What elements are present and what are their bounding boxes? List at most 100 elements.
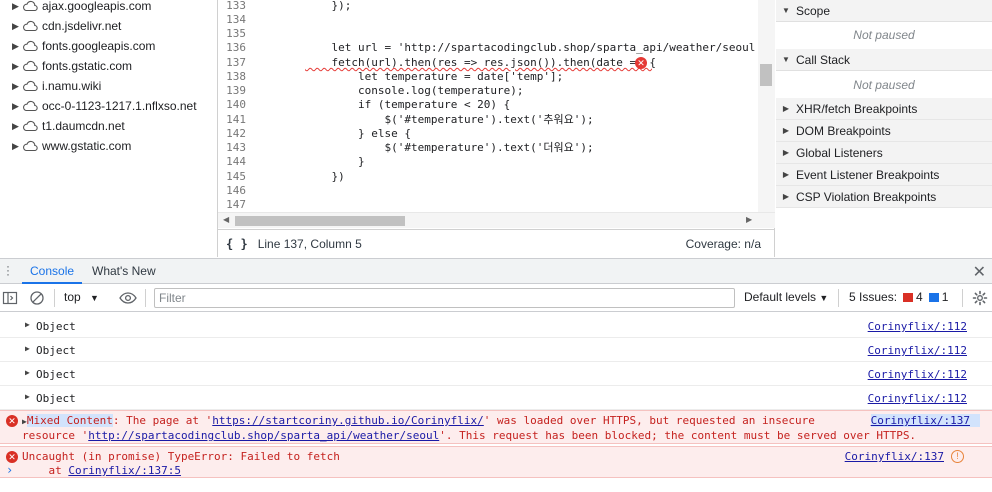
code-line[interactable]: 146 (218, 184, 758, 198)
more-options-icon[interactable]: · · · (6, 260, 12, 280)
message-text[interactable]: Object (36, 368, 76, 381)
tree-item[interactable]: ▶ t1.daumcdn.net (12, 117, 125, 135)
code-line[interactable]: 140 if (temperature < 20) { (218, 98, 758, 112)
source-link[interactable]: Corinyflix/:137 (870, 414, 980, 427)
message-text[interactable]: Object (36, 344, 76, 357)
console-message[interactable]: ▶ Object Corinyflix/:112 (0, 362, 992, 386)
source-link[interactable]: Corinyflix/:112 (868, 368, 967, 381)
expand-arrow-icon[interactable]: ▶ (25, 320, 30, 329)
resource-url-link[interactable]: http://spartacodingclub.shop/sparta_api/… (88, 429, 439, 442)
code-line[interactable]: 147 (218, 198, 758, 212)
expand-arrow-icon[interactable]: ▶ (25, 368, 30, 377)
tree-item[interactable]: ▶ ajax.googleapis.com (12, 0, 151, 15)
code-line[interactable]: 139 console.log(temperature); (218, 84, 758, 98)
line-number[interactable]: 146 (218, 184, 256, 198)
tree-item[interactable]: ▶ fonts.gstatic.com (12, 57, 132, 75)
horizontal-scrollbar-thumb[interactable] (235, 216, 405, 226)
expand-arrow-icon[interactable]: ▶ (12, 101, 22, 112)
tree-item[interactable]: ▶ www.gstatic.com (12, 137, 131, 155)
line-number[interactable]: 141 (218, 113, 256, 127)
line-number[interactable]: 145 (218, 170, 256, 184)
vertical-scrollbar[interactable] (758, 0, 775, 212)
expand-arrow-icon[interactable]: ▶ (12, 141, 22, 152)
console-message[interactable]: ▶ Object Corinyflix/:112 (0, 338, 992, 362)
line-number[interactable]: 134 (218, 13, 256, 27)
issues-button[interactable]: 5 Issues: 4 1 (849, 290, 948, 304)
code-line[interactable]: 136 let url = 'http://spartacodingclub.s… (218, 41, 758, 55)
stack-frame-link[interactable]: Corinyflix/:137:5 (68, 464, 181, 477)
code-line[interactable]: 141 $('#temperature').text('추워요'); (218, 113, 758, 127)
code-line[interactable]: 143 $('#temperature').text('더워요'); (218, 141, 758, 155)
line-number[interactable]: 143 (218, 141, 256, 155)
expand-arrow-icon[interactable]: ▶ (25, 392, 30, 401)
line-number[interactable]: 147 (218, 198, 256, 212)
filter-input[interactable] (154, 288, 735, 308)
dom-breakpoints-section[interactable]: ▶ DOM Breakpoints (776, 120, 992, 142)
sidebar-toggle-icon[interactable] (2, 290, 18, 306)
close-icon[interactable]: ✕ (973, 262, 986, 282)
console-message[interactable]: ▶ Object Corinyflix/:112 (0, 386, 992, 410)
line-number[interactable]: 144 (218, 155, 256, 169)
message-text[interactable]: Object (36, 392, 76, 405)
source-link[interactable]: Corinyflix/:137 (845, 450, 944, 463)
csp-violation-breakpoints-section[interactable]: ▶ CSP Violation Breakpoints (776, 186, 992, 208)
message-text[interactable]: Object (36, 320, 76, 333)
line-number[interactable]: 135 (218, 27, 256, 41)
expand-arrow-icon[interactable]: ▶ (12, 1, 22, 12)
tree-item[interactable]: ▶ cdn.jsdelivr.net (12, 17, 121, 35)
code-line[interactable]: 137 fetch(url).then(res => res.json()).t… (218, 56, 758, 70)
page-url-link[interactable]: https://startcoriny.github.io/Corinyflix… (212, 414, 484, 427)
tree-item[interactable]: ▶ fonts.googleapis.com (12, 37, 155, 55)
scope-section-header[interactable]: ▼ Scope (776, 0, 992, 22)
console-message[interactable]: ▶ Object Corinyflix/:112 (0, 314, 992, 338)
code-line[interactable]: 144 } (218, 155, 758, 169)
coverage-status[interactable]: Coverage: n/a (686, 237, 761, 251)
xhr-breakpoints-section[interactable]: ▶ XHR/fetch Breakpoints (776, 98, 992, 120)
lightbulb-icon[interactable]: ! (951, 450, 964, 463)
source-link[interactable]: Corinyflix/:112 (868, 320, 967, 333)
callstack-section-header[interactable]: ▼ Call Stack (776, 49, 992, 71)
line-number[interactable]: 138 (218, 70, 256, 84)
code-line[interactable]: 135 (218, 27, 758, 41)
tree-item[interactable]: ▶ i.namu.wiki (12, 77, 101, 95)
source-link[interactable]: Corinyflix/:112 (868, 344, 967, 357)
line-number[interactable]: 142 (218, 127, 256, 141)
code-line[interactable]: 133 }); (218, 0, 758, 13)
console-error-message[interactable]: ✕ Uncaught (in promise) TypeError: Faile… (0, 446, 992, 478)
eye-icon[interactable] (119, 290, 137, 306)
clear-console-icon[interactable] (29, 290, 45, 306)
code-line[interactable]: 145 }) (218, 170, 758, 184)
pretty-print-icon[interactable]: { } (226, 237, 248, 251)
tab-whats-new[interactable]: What's New (84, 259, 164, 284)
console-prompt[interactable]: › (6, 463, 13, 477)
line-number[interactable]: 133 (218, 0, 256, 13)
line-number[interactable]: 136 (218, 41, 256, 55)
event-listener-breakpoints-section[interactable]: ▶ Event Listener Breakpoints (776, 164, 992, 186)
expand-arrow-icon[interactable]: ▶ (12, 121, 22, 132)
tab-console[interactable]: Console (22, 259, 83, 284)
global-listeners-section[interactable]: ▶ Global Listeners (776, 142, 992, 164)
horizontal-scrollbar[interactable]: ◀ ▶ (218, 212, 775, 228)
scroll-left-icon[interactable]: ◀ (223, 215, 229, 224)
context-select[interactable]: top ▼ (64, 290, 99, 304)
vertical-scrollbar-thumb[interactable] (760, 64, 772, 86)
code-area[interactable]: 133 }); 134 135 136 let url = 'http://sp… (218, 0, 758, 212)
expand-arrow-icon[interactable]: ▶ (12, 81, 22, 92)
expand-arrow-icon[interactable]: ▶ (12, 61, 22, 72)
line-number[interactable]: 140 (218, 98, 256, 112)
log-levels-select[interactable]: Default levels ▼ (744, 290, 828, 304)
expand-arrow-icon[interactable]: ▶ (25, 344, 30, 353)
line-number[interactable]: 139 (218, 84, 256, 98)
expand-arrow-icon[interactable]: ▶ (12, 21, 22, 32)
code-line[interactable]: 138 let temperature = date['temp']; (218, 70, 758, 84)
code-line[interactable]: 134 (218, 13, 758, 27)
gear-icon[interactable] (972, 290, 988, 306)
tree-item[interactable]: ▶ occ-0-1123-1217.1.nflxso.net (12, 97, 197, 115)
line-number[interactable]: 137 (218, 56, 256, 70)
scroll-right-icon[interactable]: ▶ (746, 215, 752, 224)
console-error-message[interactable]: ✕ ▶Mixed Content: The page at 'https://s… (0, 410, 992, 444)
error-badge-icon[interactable]: ✕ (635, 57, 647, 69)
expand-arrow-icon[interactable]: ▶ (12, 41, 22, 52)
source-link[interactable]: Corinyflix/:112 (868, 392, 967, 405)
code-line[interactable]: 142 } else { (218, 127, 758, 141)
